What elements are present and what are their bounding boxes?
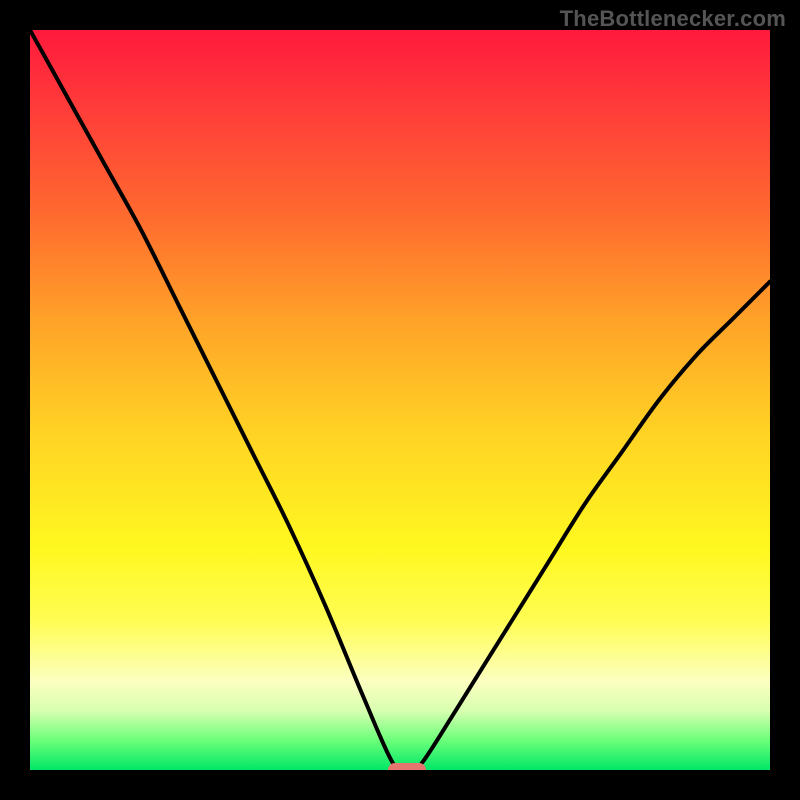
watermark-text: TheBottlenecker.com: [560, 6, 786, 32]
bottleneck-curve: [30, 30, 770, 770]
optimal-marker: [388, 763, 426, 770]
curve-path: [30, 30, 770, 770]
chart-frame: TheBottlenecker.com: [0, 0, 800, 800]
plot-area: [30, 30, 770, 770]
